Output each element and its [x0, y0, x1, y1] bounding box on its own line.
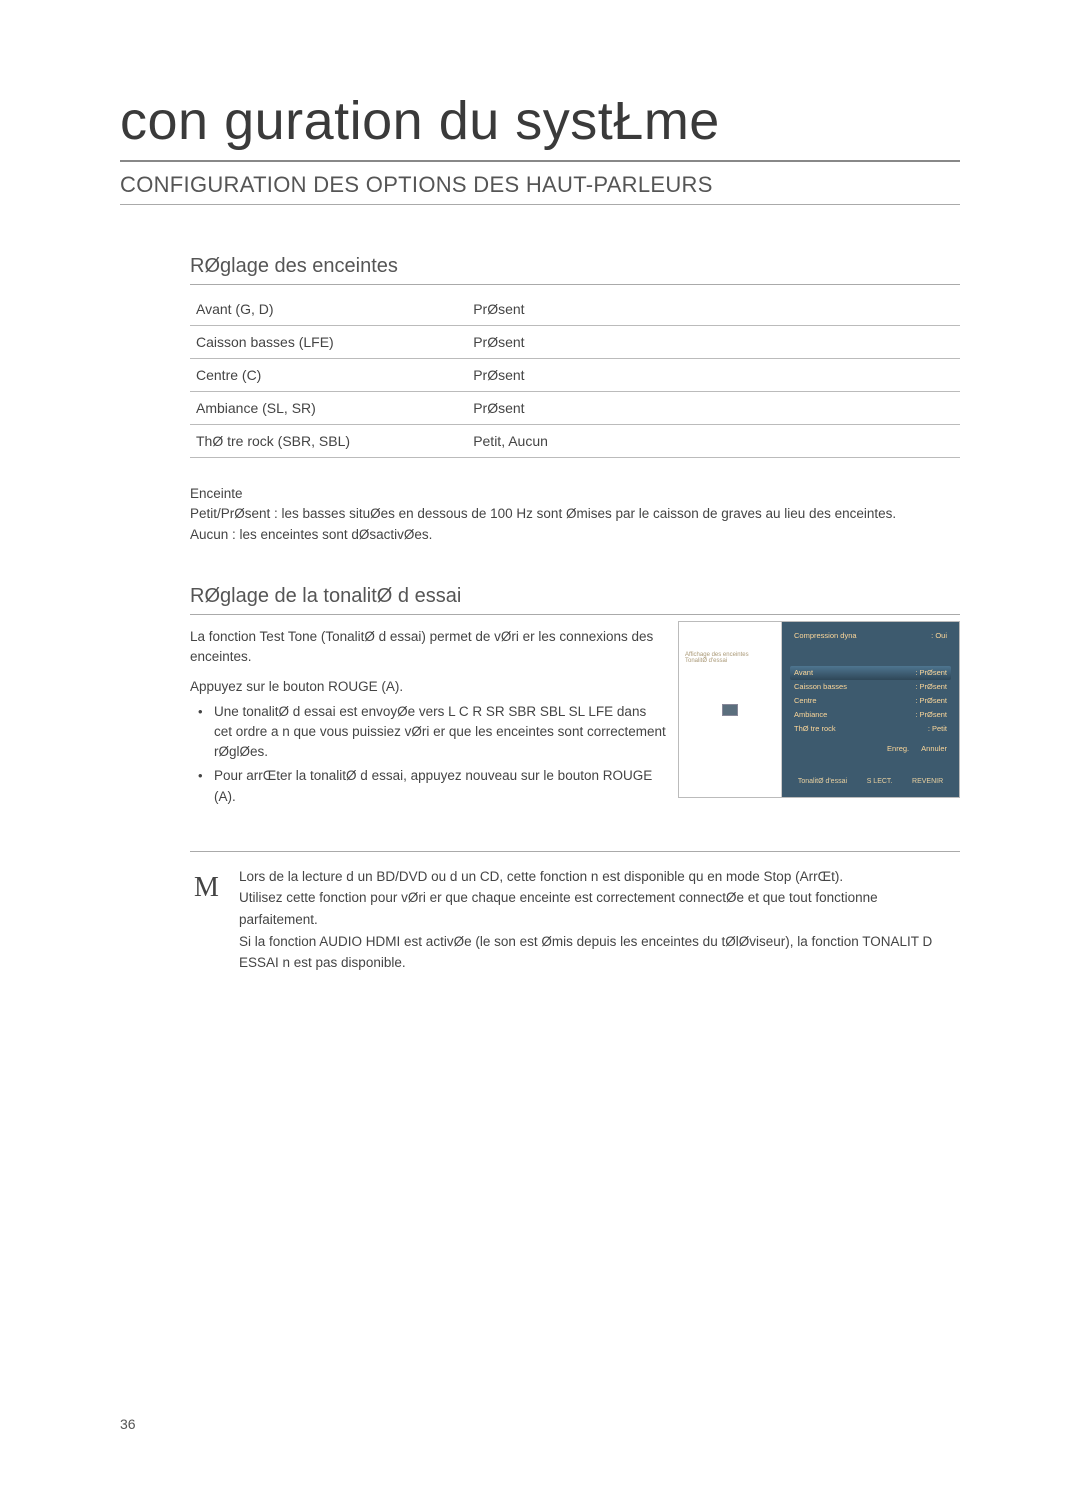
speaker-value: PrØsent [467, 293, 960, 326]
testtone-intro: La fonction Test Tone (TonalitØ d essai)… [190, 627, 666, 668]
section-title: CONFIGURATION DES OPTIONS DES HAUT-PARLE… [120, 172, 960, 205]
table-row: Caisson basses (LFE) PrØsent [190, 326, 960, 359]
speaker-label: Avant (G, D) [190, 293, 467, 326]
speaker-value: PrØsent [467, 392, 960, 425]
screenshot-right-pane: Compression dyna : Oui Avant : PrØsent C… [782, 622, 959, 797]
screenshot-row-value: : PrØsent [915, 695, 947, 707]
screenshot-footer-nav: S LECT. [867, 776, 893, 787]
testtone-steps: Appuyez sur le bouton ROUGE (A). Une ton… [190, 677, 666, 807]
screenshot-row-label: ThØ tre rock [794, 723, 836, 735]
screenshot-footer-nav: REVENIR [912, 776, 943, 787]
speaker-value: PrØsent [467, 326, 960, 359]
speaker-description: Enceinte Petit/PrØsent : les basses situ… [190, 484, 960, 545]
content-area: RØglage des enceintes Avant (G, D) PrØse… [190, 255, 960, 974]
note-line: Utilisez cette fonction pour vØri er que… [239, 887, 960, 930]
screenshot-row-label: Avant [794, 667, 813, 679]
ui-screenshot: Affichage des enceintes TonalitØ d'essai… [678, 621, 960, 798]
desc-heading: Enceinte [190, 484, 960, 504]
screenshot-action: Annuler [921, 743, 947, 755]
screenshot-row-label: Centre [794, 695, 817, 707]
screenshot-top-left: Compression dyna [794, 630, 857, 642]
note-block: M Lors de la lecture d un BD/DVD ou d un… [190, 851, 960, 974]
speaker-label: Caisson basses (LFE) [190, 326, 467, 359]
page: con guration du systŁme CONFIGURATION DE… [0, 0, 1080, 1014]
desc-line: Petit/PrØsent : les basses situØes en de… [190, 504, 960, 524]
screenshot-action: Enreg. [887, 743, 909, 755]
page-number: 36 [120, 1416, 136, 1432]
speaker-label: ThØ tre rock (SBR, SBL) [190, 425, 467, 458]
screenshot-top-right: : Oui [931, 630, 947, 642]
main-title: con guration du systŁme [120, 90, 960, 162]
screenshot-thumb-icon [722, 704, 738, 716]
testtone-text-col: La fonction Test Tone (TonalitØ d essai)… [190, 621, 666, 811]
screenshot-row-value: : PrØsent [915, 681, 947, 693]
speaker-settings-title: RØglage des enceintes [190, 255, 960, 285]
testtone-title: RØglage de la tonalitØ d essai [190, 585, 960, 615]
screenshot-row-value: : PrØsent [915, 667, 947, 679]
testtone-block: La fonction Test Tone (TonalitØ d essai)… [190, 621, 960, 811]
note-line: Si la fonction AUDIO HDMI est activØe (l… [239, 931, 960, 974]
desc-line: Aucun : les enceintes sont dØsactivØes. [190, 525, 960, 545]
note-icon: M [190, 866, 239, 911]
leftmenu-item-selected: TonalitØ d'essai [685, 658, 775, 664]
speaker-label: Centre (C) [190, 359, 467, 392]
screenshot-row-label: Ambiance [794, 709, 827, 721]
screenshot-row-value: : Petit [928, 723, 947, 735]
testtone-bullet: Pour arrŒter la tonalitØ d essai, appuye… [210, 766, 666, 807]
testtone-bullet: Une tonalitØ d essai est envoyØe vers L … [210, 702, 666, 763]
table-row: ThØ tre rock (SBR, SBL) Petit, Aucun [190, 425, 960, 458]
speaker-label: Ambiance (SL, SR) [190, 392, 467, 425]
screenshot-left-pane: Affichage des enceintes TonalitØ d'essai [679, 622, 782, 797]
speaker-settings-table: Avant (G, D) PrØsent Caisson basses (LFE… [190, 293, 960, 458]
table-row: Avant (G, D) PrØsent [190, 293, 960, 326]
screenshot-row-value: : PrØsent [915, 709, 947, 721]
testtone-press: Appuyez sur le bouton ROUGE (A). [190, 677, 666, 697]
table-row: Centre (C) PrØsent [190, 359, 960, 392]
speaker-value: PrØsent [467, 359, 960, 392]
screenshot-row-label: Caisson basses [794, 681, 847, 693]
note-text: Lors de la lecture d un BD/DVD ou d un C… [239, 866, 960, 974]
speaker-value: Petit, Aucun [467, 425, 960, 458]
note-line: Lors de la lecture d un BD/DVD ou d un C… [239, 866, 960, 888]
table-row: Ambiance (SL, SR) PrØsent [190, 392, 960, 425]
screenshot-footer-nav: TonalitØ d'essai [798, 776, 847, 787]
